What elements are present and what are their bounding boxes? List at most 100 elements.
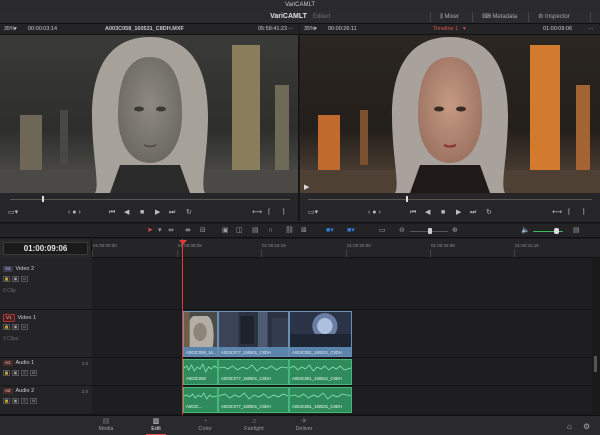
replace-clip-icon[interactable]: ▤	[252, 226, 259, 236]
playhead-handle[interactable]	[179, 240, 187, 245]
volume-handle[interactable]	[554, 228, 559, 234]
mixer-button[interactable]: ⫼ Mixer	[440, 12, 459, 22]
timeline-selector[interactable]: Timeline 1	[433, 26, 458, 33]
timeline-viewer[interactable]: ▶	[300, 35, 600, 193]
trim-tool-icon[interactable]: ⇹	[168, 226, 174, 236]
mute-button[interactable]: M	[30, 370, 37, 376]
more-icon[interactable]: ···	[588, 26, 594, 33]
lock-icon[interactable]: 🔒	[3, 398, 10, 404]
track-header-a2[interactable]: A2 Audio 2 2.0 🔒 ▣ S M	[0, 386, 92, 415]
chevron-down-icon[interactable]: ▾	[14, 26, 17, 33]
source-scrub-handle[interactable]	[42, 196, 44, 202]
solo-button[interactable]: S	[21, 398, 28, 404]
page-edit[interactable]: ▥ Edit	[131, 418, 181, 435]
audio-clip[interactable]: A003C058	[183, 359, 218, 385]
link-icon[interactable]: ⛓	[285, 226, 294, 236]
timeline-timecode[interactable]: 01:00:09:06	[3, 242, 88, 255]
stop-icon[interactable]: ■	[140, 209, 144, 217]
mark-out-icon[interactable]: ⌉	[582, 209, 585, 217]
loop-icon[interactable]: ↻	[186, 209, 192, 217]
track-header-v2[interactable]: V2 Video 2 🔒 ▣ ▭ 0 Clip	[0, 258, 92, 310]
auto-select-icon[interactable]: ▣	[12, 276, 19, 282]
marker-icon[interactable]: ■▾	[347, 226, 355, 236]
timeline-vertical-scrollbar[interactable]	[592, 258, 600, 415]
jog-icon[interactable]: ‹ ● ›	[68, 209, 81, 217]
audio-clip[interactable]: A003C...	[183, 387, 218, 413]
audio-clip[interactable]: A003C081_160531_C8DH	[289, 359, 352, 385]
lock-icon[interactable]: 🔒	[3, 276, 10, 282]
track-header-v1[interactable]: V1 Video 1 🔒 ▣ ▭ 3 Clips	[0, 310, 92, 358]
play-icon[interactable]: ▶	[456, 209, 461, 217]
match-frame-icon[interactable]: ⟷	[252, 209, 262, 217]
track-visibility-icon[interactable]: ▭	[21, 276, 28, 282]
more-icon[interactable]: ···	[288, 26, 294, 33]
mark-in-icon[interactable]: ⌈	[268, 209, 271, 217]
track-header-a1[interactable]: A1 Audio 1 2.0 🔒 ▣ S M	[0, 358, 92, 386]
playhead[interactable]	[182, 239, 183, 415]
timeline-ruler[interactable]: 01:00:00:00 01:00:08:08 01:00:16:16 01:0…	[92, 239, 600, 258]
mute-button[interactable]: M	[30, 398, 37, 404]
mark-in-icon[interactable]: ⌈	[568, 209, 571, 217]
loop-icon[interactable]: ↻	[486, 209, 492, 217]
chevron-down-icon[interactable]: ▾	[314, 26, 317, 33]
page-navigation: ▤ Media ▥ Edit ◔ Color ♫ Fairlight ✈ Deliver …	[0, 415, 600, 435]
skip-end-icon[interactable]: ⏭	[169, 209, 175, 217]
zoom-in-icon[interactable]: ⊕	[452, 226, 458, 236]
page-fairlight[interactable]: ♫ Fairlight	[229, 418, 279, 432]
lock-icon[interactable]: ⊠	[301, 226, 307, 236]
selection-tool-icon[interactable]: ➤	[147, 226, 153, 236]
overwrite-clip-icon[interactable]: ◫	[236, 226, 243, 236]
waveform	[290, 364, 351, 372]
timeline-scrub-handle[interactable]	[406, 196, 408, 202]
play-icon[interactable]: ▶	[155, 209, 160, 217]
flag-icon[interactable]: ■▾	[326, 226, 334, 236]
source-viewer[interactable]	[0, 35, 299, 193]
scrollbar-thumb[interactable]	[594, 356, 597, 372]
zoom-full-icon[interactable]: ▭	[379, 226, 386, 236]
track-visibility-icon[interactable]: ▭	[21, 324, 28, 330]
lock-icon[interactable]: 🔒	[3, 324, 10, 330]
mark-out-icon[interactable]: ⌉	[282, 209, 285, 217]
speaker-icon[interactable]: 🔈	[521, 226, 530, 236]
audio-clip[interactable]: A003C081_160531_C8DH	[289, 387, 352, 413]
audio-clip[interactable]: A003C077_160601_C8DH	[218, 359, 289, 385]
page-color[interactable]: ◔ Color	[180, 418, 230, 432]
solo-button[interactable]: S	[21, 370, 28, 376]
stop-icon[interactable]: ■	[441, 209, 445, 217]
play-reverse-icon[interactable]: ◀	[425, 209, 430, 217]
video-clip[interactable]: A003C058_16...	[183, 311, 218, 357]
auto-select-icon[interactable]: ▣	[12, 324, 19, 330]
lock-icon[interactable]: 🔒	[3, 370, 10, 376]
skip-start-icon[interactable]: ⏮	[109, 209, 115, 217]
video-clip[interactable]: A003C081_160531_C8DH	[289, 311, 352, 357]
audio-clip[interactable]: A003C077_160601_C8DH	[218, 387, 289, 413]
page-media[interactable]: ▤ Media	[81, 418, 131, 432]
chevron-down-icon[interactable]: ▾	[158, 226, 162, 236]
zoom-out-icon[interactable]: ⊖	[399, 226, 405, 236]
timeline-scrubber[interactable]	[308, 199, 592, 200]
play-reverse-icon[interactable]: ◀	[124, 209, 129, 217]
viewer-options-icon[interactable]: ▭▾	[308, 209, 318, 217]
zoom-slider-handle[interactable]	[428, 228, 432, 234]
skip-start-icon[interactable]: ⏮	[410, 209, 416, 217]
inspector-button[interactable]: ⚙ Inspector	[538, 12, 570, 22]
source-scrubber[interactable]	[10, 199, 290, 200]
video-clip[interactable]: A003C077_160601_C8DH	[218, 311, 289, 357]
viewer-options-icon[interactable]: ▭▾	[8, 209, 18, 217]
chevron-down-icon[interactable]: ▾	[463, 26, 466, 33]
metadata-button[interactable]: ⌨ Metadata	[482, 12, 517, 22]
jog-icon[interactable]: ‹ ● ›	[368, 209, 381, 217]
dynamic-trim-icon[interactable]: ⇼	[185, 226, 191, 236]
home-icon[interactable]: ⌂	[567, 422, 572, 431]
auto-select-icon[interactable]: ▣	[12, 370, 19, 376]
insert-clip-icon[interactable]: ▣	[222, 226, 229, 236]
snapping-icon[interactable]: ∩	[268, 226, 273, 236]
audio-meter-icon[interactable]: ▤	[573, 226, 580, 236]
auto-select-icon[interactable]: ▣	[12, 398, 19, 404]
page-deliver[interactable]: ✈ Deliver	[279, 418, 329, 432]
gear-icon[interactable]: ⚙	[583, 422, 590, 431]
timeline-tracks[interactable]: A003C058_16... A003C077_160601_C8DH A003…	[92, 258, 592, 415]
match-frame-icon[interactable]: ⟷	[552, 209, 562, 217]
blade-tool-icon[interactable]: ⊟	[200, 226, 206, 236]
skip-end-icon[interactable]: ⏭	[470, 209, 476, 217]
